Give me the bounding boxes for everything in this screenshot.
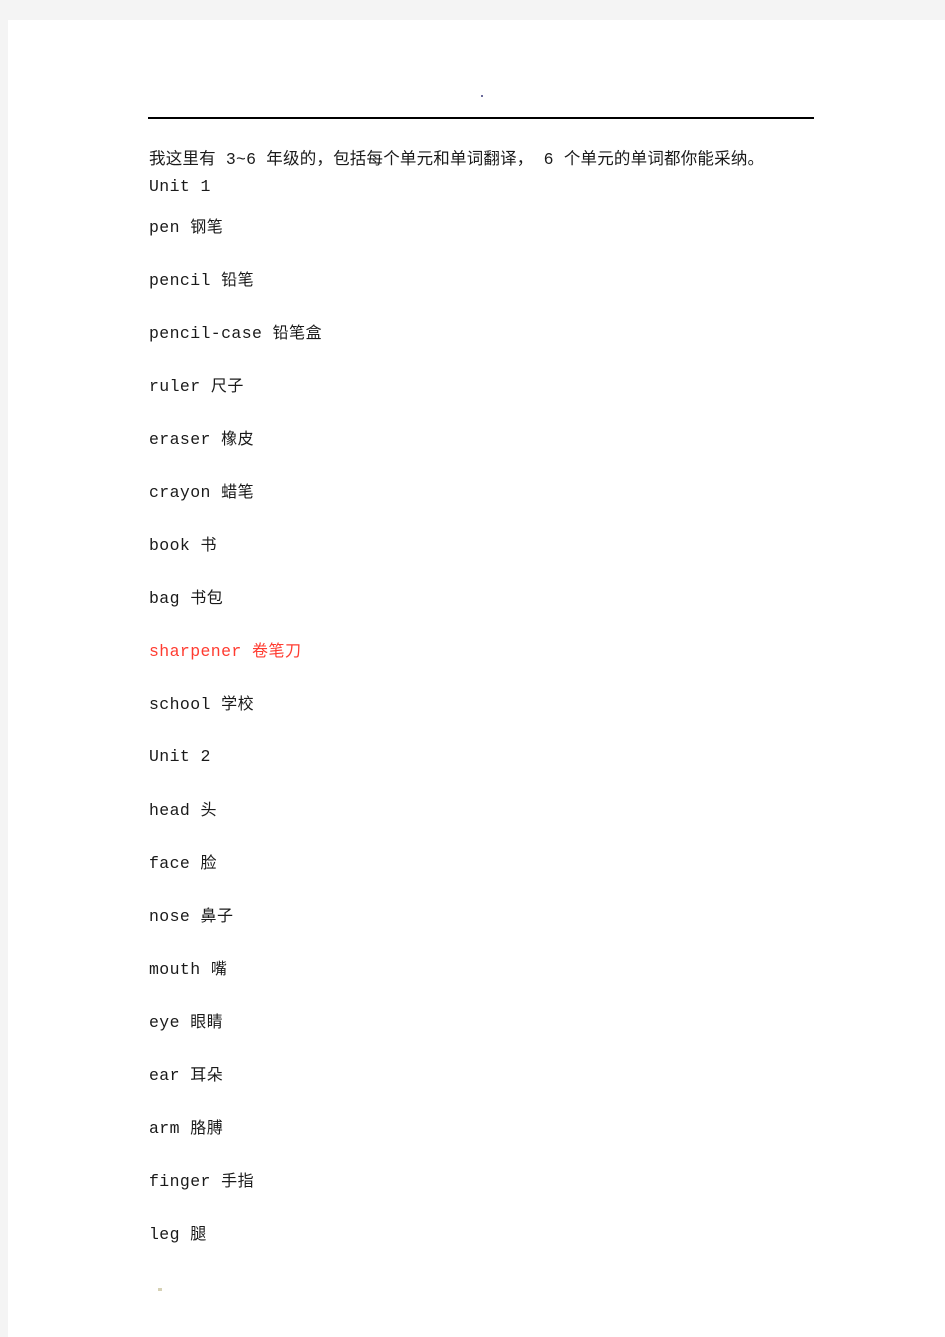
vocabulary-term-zh: 橡皮 <box>221 429 255 448</box>
vocabulary-term-en: book <box>149 536 191 555</box>
vocabulary-entry: book 书 <box>149 518 829 571</box>
vocabulary-entry: pencil-case 铅笔盒 <box>149 306 829 359</box>
vocabulary-term-zh: 铅笔盒 <box>272 323 323 342</box>
vocabulary-entry: bag 书包 <box>149 571 829 624</box>
document-page: 我这里有 3~6 年级的，包括每个单元和单词翻译， 6 个单元的单词都你能采纳。… <box>8 20 945 1337</box>
vocabulary-term-en: arm <box>149 1119 180 1138</box>
vocabulary-term-zh: 铅笔 <box>221 270 255 289</box>
vocabulary-term-zh: 脸 <box>200 853 218 872</box>
vocabulary-term-zh: 书包 <box>190 588 224 607</box>
unit-heading-label: Unit 2 <box>149 747 211 766</box>
vocabulary-term-zh: 鼻子 <box>200 906 234 925</box>
vocabulary-entry: pen 钢笔 <box>149 200 829 253</box>
vocabulary-entry: head 头 <box>149 783 829 836</box>
vocabulary-term-zh: 腿 <box>190 1224 207 1243</box>
vocabulary-term-en: face <box>149 854 191 873</box>
vocabulary-entry: eraser 橡皮 <box>149 412 829 465</box>
vocabulary-term-en: ear <box>149 1066 180 1085</box>
vocabulary-term-zh: 蜡笔 <box>221 482 255 501</box>
vocabulary-term-en: nose <box>149 907 191 926</box>
vocabulary-term-en: ruler <box>149 377 201 396</box>
vocabulary-term-zh: 学校 <box>221 694 255 713</box>
document-body: 我这里有 3~6 年级的，包括每个单元和单词翻译， 6 个单元的单词都你能采纳。… <box>149 146 829 1260</box>
vocabulary-term-zh: 钢笔 <box>190 217 224 236</box>
vocabulary-term-zh: 胳膊 <box>190 1118 224 1137</box>
vocabulary-entry: ruler 尺子 <box>149 359 829 412</box>
vocabulary-entry: arm 胳膊 <box>149 1101 829 1154</box>
vocabulary-entry: eye 眼睛 <box>149 995 829 1048</box>
vocabulary-term-en: leg <box>149 1225 180 1244</box>
vocabulary-term-en: pen <box>149 218 180 237</box>
vocabulary-term-en: school <box>149 695 211 714</box>
vocabulary-term-en: eraser <box>149 430 211 449</box>
vocabulary-term-zh: 书 <box>200 535 218 554</box>
unit-heading-label: Unit 1 <box>149 177 211 196</box>
vocabulary-entry: face 脸 <box>149 836 829 889</box>
vocabulary-term-zh: 手指 <box>221 1171 255 1190</box>
page-bottom-mark <box>158 1288 162 1291</box>
intro-paragraph: 我这里有 3~6 年级的，包括每个单元和单词翻译， 6 个单元的单词都你能采纳。 <box>149 150 765 169</box>
vocabulary-term-en: pencil-case <box>149 324 263 343</box>
vocabulary-entry: pencil 铅笔 <box>149 253 829 306</box>
header-dot-mark <box>481 95 483 97</box>
vocabulary-term-zh: 嘴 <box>210 959 228 978</box>
vocabulary-entry: crayon 蜡笔 <box>149 465 829 518</box>
vocabulary-term-zh: 头 <box>200 800 218 819</box>
header-horizontal-rule <box>148 117 814 119</box>
vocabulary-term-zh: 尺子 <box>210 376 244 395</box>
unit-heading: Unit 1 <box>149 173 829 200</box>
vocabulary-entry: mouth 嘴 <box>149 942 829 995</box>
vocabulary-term-en: sharpener <box>149 642 242 661</box>
vocabulary-term-en: eye <box>149 1013 180 1032</box>
vocabulary-term-en: bag <box>149 589 180 608</box>
vocabulary-entry: school 学校 <box>149 677 829 730</box>
vocabulary-term-en: head <box>149 801 191 820</box>
vocabulary-entry: finger 手指 <box>149 1154 829 1207</box>
unit-heading: Unit 2 <box>149 730 829 783</box>
vocabulary-entry: sharpener 卷笔刀 <box>149 624 829 677</box>
vocabulary-entry: nose 鼻子 <box>149 889 829 942</box>
vocabulary-entry: ear 耳朵 <box>149 1048 829 1101</box>
vocabulary-term-zh: 耳朵 <box>190 1065 224 1084</box>
vocabulary-term-zh: 卷笔刀 <box>252 641 302 660</box>
vocabulary-term-en: crayon <box>149 483 211 502</box>
vocabulary-term-zh: 眼睛 <box>190 1012 224 1031</box>
vocabulary-entry: leg 腿 <box>149 1207 829 1260</box>
vocabulary-term-en: finger <box>149 1172 211 1191</box>
vocabulary-term-en: mouth <box>149 960 201 979</box>
vocabulary-term-en: pencil <box>149 271 211 290</box>
vocabulary-list: Unit 1 pen 钢笔 pencil 铅笔 pencil-case 铅笔盒 rule… <box>149 173 829 1260</box>
